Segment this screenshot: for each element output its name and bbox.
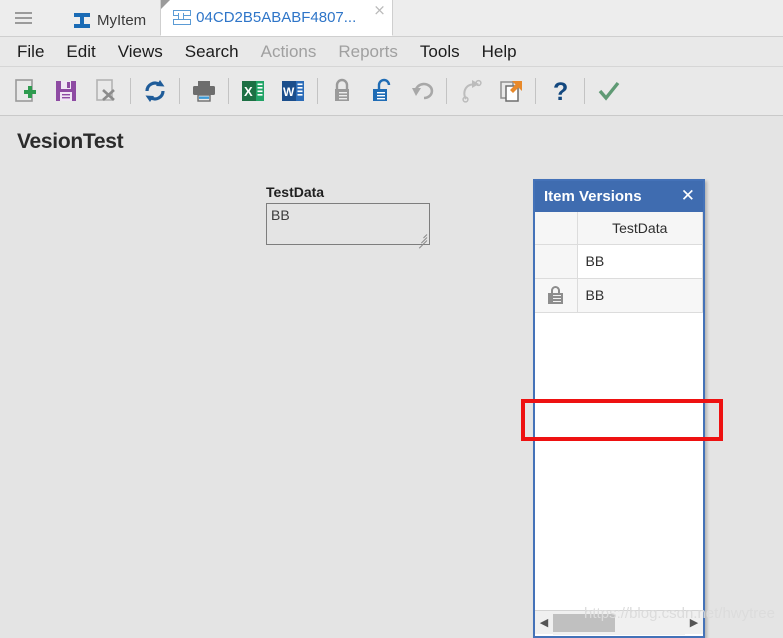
column-header-testdata[interactable]: TestData	[577, 212, 703, 245]
row-value-cell: BB	[577, 244, 703, 279]
testdata-value: BB	[271, 207, 290, 223]
row-status-cell	[535, 244, 578, 279]
close-icon[interactable]: ×	[373, 3, 386, 18]
help-button[interactable]: ?	[540, 71, 580, 111]
item-versions-panel: Item Versions ✕ TestData BB BB ◀ ▶	[533, 179, 705, 638]
toolbar-separator	[228, 78, 229, 104]
table-row[interactable]: BB	[535, 244, 703, 279]
tab-myitem[interactable]: MyItem	[62, 4, 156, 36]
delete-button[interactable]	[86, 71, 126, 111]
row-status-cell	[535, 278, 578, 313]
ibeam-icon	[173, 10, 192, 25]
menu-item-tools[interactable]: Tools	[409, 40, 471, 64]
redo-button	[451, 71, 491, 111]
svg-text:?: ?	[553, 78, 568, 104]
svg-text:X: X	[244, 84, 253, 99]
menu-bar: File Edit Views Search Actions Reports T…	[0, 37, 783, 67]
page-title: VesionTest	[17, 130, 124, 153]
refresh-icon	[145, 80, 165, 102]
word-export-icon: W	[282, 81, 304, 101]
menu-item-reports: Reports	[338, 41, 398, 61]
menu-item-help[interactable]: Help	[471, 40, 528, 64]
toolbar: X W ?	[0, 67, 783, 116]
panel-title: Item Versions	[544, 188, 642, 205]
unlock-icon	[373, 78, 391, 101]
check-in-button	[322, 71, 362, 111]
content-area: VesionTest TestData BB Item Versions ✕ T…	[0, 116, 783, 638]
lock-icon	[335, 78, 349, 101]
ibeam-icon	[74, 12, 90, 28]
row-value-cell: BB	[577, 278, 703, 313]
menu-item-edit[interactable]: Edit	[55, 40, 106, 64]
new-button[interactable]	[6, 71, 46, 111]
toolbar-separator	[130, 78, 131, 104]
menu-item-search[interactable]: Search	[174, 40, 250, 64]
versions-table: TestData BB BB	[535, 212, 703, 313]
toolbar-separator	[584, 78, 585, 104]
check-out-button[interactable]	[362, 71, 402, 111]
refresh-button[interactable]	[135, 71, 175, 111]
scroll-left-arrow-icon[interactable]: ◀	[535, 611, 553, 635]
panel-body: TestData BB BB	[535, 212, 703, 610]
copy-move-button[interactable]	[491, 71, 531, 111]
undo-button	[402, 71, 442, 111]
toolbar-separator	[535, 78, 536, 104]
lock-icon	[548, 286, 564, 305]
tab-bar: MyItem 04CD2B5ABABF4807... ×	[0, 0, 783, 37]
menu-item-views[interactable]: Views	[107, 40, 174, 64]
resize-grip-icon[interactable]	[415, 231, 428, 249]
excel-export-icon: X	[242, 81, 264, 101]
table-row[interactable]: BB	[535, 278, 703, 313]
print-icon	[193, 81, 215, 102]
tab-item-04cd2b5ababf4807[interactable]: 04CD2B5ABABF4807... ×	[160, 0, 393, 36]
toolbar-separator	[179, 78, 180, 104]
new-icon	[15, 79, 36, 102]
copy-move-icon	[500, 81, 522, 102]
word-export-button[interactable]: W	[273, 71, 313, 111]
field-label: TestData	[266, 184, 325, 200]
testdata-textarea[interactable]: BB	[266, 203, 430, 249]
undo-icon	[412, 82, 434, 100]
watermark: https://blog.csdn.net/hwytree	[584, 605, 775, 622]
toolbar-separator	[317, 78, 318, 104]
excel-export-button[interactable]: X	[233, 71, 273, 111]
delete-icon	[96, 79, 115, 101]
table-header-row: TestData	[535, 212, 703, 245]
toolbar-separator	[446, 78, 447, 104]
save-icon	[56, 81, 76, 101]
close-icon[interactable]: ✕	[681, 188, 695, 205]
hamburger-line	[14, 11, 32, 14]
redo-icon	[462, 79, 482, 103]
tab-label: 04CD2B5ABABF4807...	[196, 9, 357, 26]
hamburger-line	[14, 21, 32, 24]
tab-label: MyItem	[97, 11, 147, 29]
panel-header: Item Versions ✕	[535, 181, 703, 212]
save-button[interactable]	[46, 71, 86, 111]
print-button[interactable]	[184, 71, 224, 111]
help-icon: ?	[553, 78, 568, 104]
menu-item-file[interactable]: File	[6, 40, 55, 64]
column-header-status[interactable]	[535, 212, 578, 245]
menu-item-actions: Actions	[260, 41, 317, 61]
confirm-icon	[598, 81, 620, 101]
hamburger-menu-icon[interactable]	[0, 0, 46, 36]
confirm-button[interactable]	[589, 71, 629, 111]
form-field-testdata: TestData BB	[266, 184, 430, 249]
hamburger-line	[14, 16, 32, 19]
svg-text:W: W	[283, 85, 295, 99]
